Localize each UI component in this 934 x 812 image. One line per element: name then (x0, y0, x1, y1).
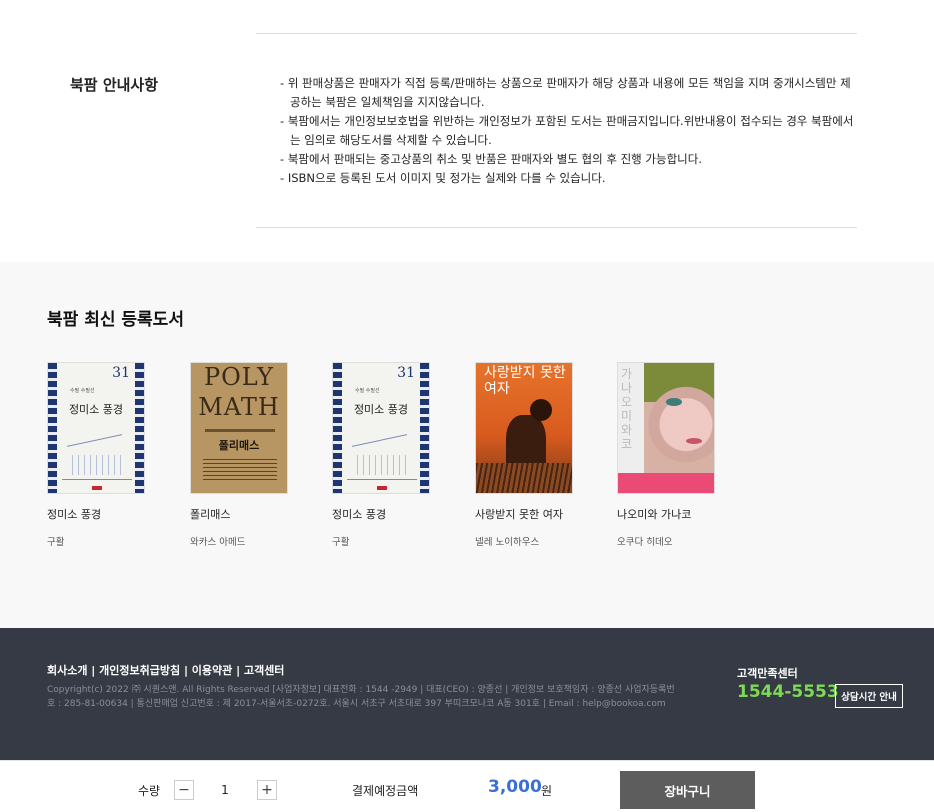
recent-books-title: 북팜 최신 등록도서 (47, 310, 184, 330)
cover-series-number: 31 (397, 365, 415, 381)
book-card[interactable]: 가나오미와코 나오미와 가나코 오쿠다 히데오 (617, 362, 727, 548)
book-cover-image[interactable]: 31 수필 수필선 정미소 풍경 (332, 362, 430, 494)
cover-tag (92, 486, 102, 490)
footer-company-info: Copyright(c) 2022 ㈜ 시퀀스앤. All Rights Res… (47, 685, 675, 709)
quantity-increase-button[interactable]: + (257, 780, 277, 800)
cover-lips (686, 438, 702, 444)
book-title[interactable]: 정미소 풍경 (332, 506, 442, 522)
cover-band (618, 473, 714, 493)
cover-pattern (420, 363, 429, 493)
cover-portrait (644, 363, 714, 475)
book-card[interactable]: 31 수필 수필선 정미소 풍경 정미소 풍경 구활 (332, 362, 442, 548)
customer-center-label: 고객만족센터 (737, 667, 798, 680)
book-title[interactable]: 정미소 풍경 (47, 506, 157, 522)
cover-title-line: POLY (203, 363, 275, 391)
book-author: 구활 (332, 537, 350, 548)
notice-divider-bottom (256, 227, 857, 228)
book-title[interactable]: 사랑받지 못한 여자 (475, 506, 585, 522)
customer-center-phone: 1544-5553 (737, 682, 839, 702)
quantity-label: 수량 (138, 784, 161, 798)
cover-illustration (476, 463, 572, 493)
add-to-cart-button[interactable]: 장바구니 (620, 771, 755, 809)
cover-pattern (48, 363, 57, 493)
notice-item: 북팜에서 판매되는 중고상품의 취소 및 반품은 판매자와 별도 협의 후 진행… (280, 150, 860, 169)
cover-tag (377, 486, 387, 490)
notice-divider-top (256, 33, 857, 34)
site-footer: 회사소개 | 개인정보취급방침 | 이용약관 | 고객센터 Copyright(… (0, 628, 934, 760)
book-card[interactable]: 31 수필 수필선 정미소 풍경 정미소 풍경 구활 (47, 362, 157, 548)
book-author: 구활 (47, 537, 65, 548)
notice-list: 위 판매상품은 판매자가 직접 등록/판매하는 상품으로 판매자가 해당 상품과… (280, 74, 860, 188)
recent-books-section: 북팜 최신 등록도서 31 수필 수필선 정미소 풍경 정미소 풍경 구활 PO… (0, 262, 934, 628)
book-cover-image[interactable]: 가나오미와코 (617, 362, 715, 494)
notice-section: 북팜 안내사항 위 판매상품은 판매자가 직접 등록/판매하는 상품으로 판매자… (0, 0, 934, 262)
notice-item: 위 판매상품은 판매자가 직접 등록/판매하는 상품으로 판매자가 해당 상품과… (280, 74, 860, 112)
book-card[interactable]: 사랑받지 못한 여자 사랑받지 못한 여자 넬레 노이하우스 (475, 362, 585, 548)
cover-series-text: 수필 수필선 (70, 388, 95, 394)
cover-eye (666, 398, 682, 406)
footer-links[interactable]: 회사소개 | 개인정보취급방침 | 이용약관 | 고객센터 (47, 662, 284, 678)
cover-illustration (62, 425, 132, 480)
cover-title: 정미소 풍경 (353, 403, 409, 416)
payment-currency-unit: 원 (541, 784, 553, 798)
cover-title-line: MATH (198, 393, 280, 421)
cover-pattern (135, 363, 144, 493)
book-title[interactable]: 나오미와 가나코 (617, 506, 727, 522)
book-title[interactable]: 폴리매스 (190, 506, 300, 522)
cover-figure (530, 399, 552, 421)
book-cover-image[interactable]: 사랑받지 못한 여자 (475, 362, 573, 494)
cover-title: 가나오미와코 (621, 367, 633, 451)
cover-title: 정미소 풍경 (68, 403, 124, 416)
notice-title: 북팜 안내사항 (70, 76, 159, 94)
consult-hours-button[interactable]: 상담시간 안내 (835, 684, 903, 708)
book-author: 오쿠다 히데오 (617, 537, 673, 548)
cover-series-number: 31 (112, 365, 130, 381)
payment-amount-label: 결제예정금액 (352, 784, 419, 798)
cover-text-block (203, 459, 277, 481)
cover-title: 사랑받지 못한 여자 (484, 365, 566, 397)
purchase-bar: 수량 − + 결제예정금액 3,000 원 장바구니 (0, 760, 934, 812)
notice-item: ISBN으로 등록된 도서 이미지 및 정가는 실제와 다를 수 있습니다. (280, 169, 860, 188)
quantity-input[interactable] (205, 780, 245, 800)
cover-title: 폴리매스 (218, 439, 260, 452)
cover-rule (205, 429, 275, 432)
cover-pattern (333, 363, 342, 493)
book-card[interactable]: POLY MATH 폴리매스 폴리매스 와카스 아메드 (190, 362, 300, 548)
book-author: 넬레 노이하우스 (475, 537, 540, 548)
cover-illustration (347, 425, 417, 480)
book-cover-image[interactable]: POLY MATH 폴리매스 (190, 362, 288, 494)
payment-amount: 3,000 (488, 777, 542, 797)
book-cover-image[interactable]: 31 수필 수필선 정미소 풍경 (47, 362, 145, 494)
quantity-decrease-button[interactable]: − (174, 780, 194, 800)
cover-series-text: 수필 수필선 (355, 388, 380, 394)
notice-item: 북팜에서는 개인정보보호법을 위반하는 개인정보가 포함된 도서는 판매금지입니… (280, 112, 860, 150)
book-author: 와카스 아메드 (190, 537, 246, 548)
